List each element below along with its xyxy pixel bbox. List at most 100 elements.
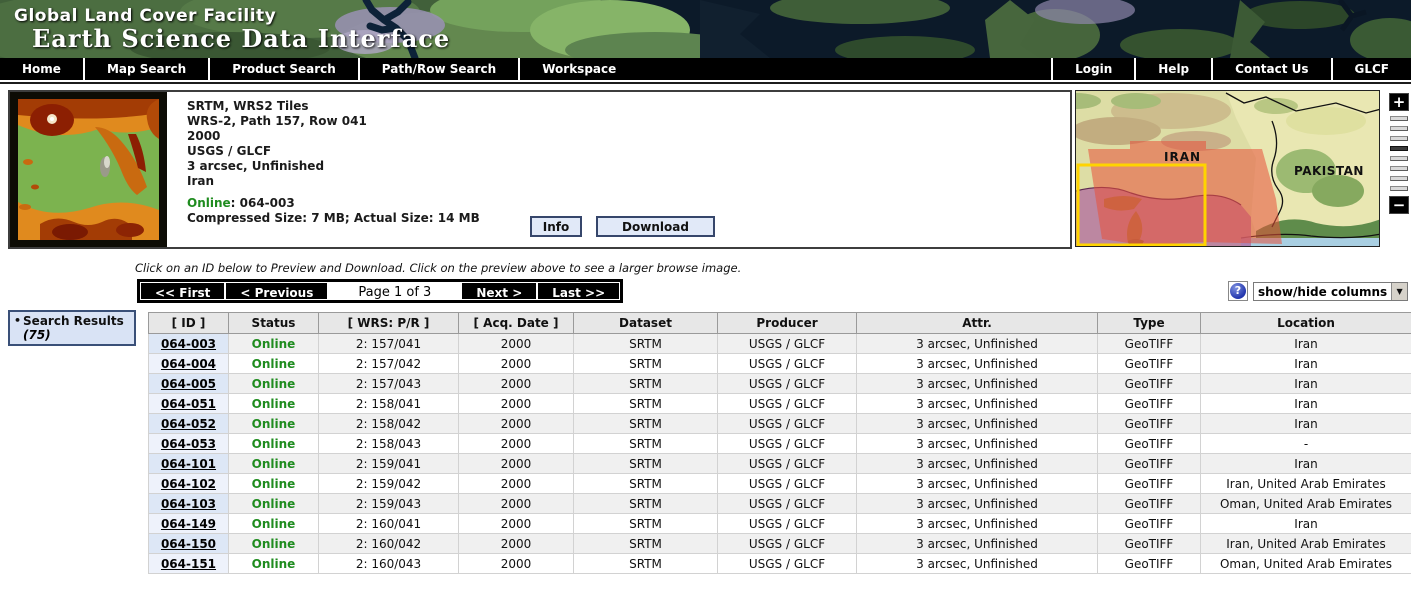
- cell-attr: 3 arcsec, Unfinished: [857, 554, 1098, 574]
- id-link[interactable]: 064-150: [161, 537, 216, 551]
- cell-attr: 3 arcsec, Unfinished: [857, 534, 1098, 554]
- nav-item-workspace[interactable]: Workspace: [520, 58, 638, 80]
- nav-item-home[interactable]: Home: [0, 58, 85, 80]
- cell-wrs: 2: 159/042: [319, 474, 459, 494]
- cell-location: Iran, United Arab Emirates: [1201, 474, 1411, 494]
- cell-attr: 3 arcsec, Unfinished: [857, 414, 1098, 434]
- chevron-down-icon[interactable]: ▼: [1391, 283, 1407, 300]
- cell-type: GeoTIFF: [1098, 414, 1201, 434]
- cell-id: 064-149: [149, 514, 229, 534]
- map-zoom-control: + −: [1388, 93, 1410, 214]
- cell-producer: USGS / GLCF: [718, 374, 857, 394]
- id-link[interactable]: 064-004: [161, 357, 216, 371]
- cell-dataset: SRTM: [574, 474, 718, 494]
- first-page-button[interactable]: << First: [141, 283, 224, 299]
- cell-date: 2000: [459, 414, 574, 434]
- cell-attr: 3 arcsec, Unfinished: [857, 514, 1098, 534]
- nav-spacer: [638, 58, 1051, 80]
- id-link[interactable]: 064-003: [161, 337, 216, 351]
- cell-location: Iran: [1201, 454, 1411, 474]
- preview-thumbnail[interactable]: [10, 92, 167, 247]
- zoom-level-bar[interactable]: [1390, 166, 1408, 171]
- size-line: Compressed Size: 7 MB; Actual Size: 14 M…: [187, 211, 480, 226]
- nav-item-help[interactable]: Help: [1134, 58, 1211, 80]
- cell-date: 2000: [459, 474, 574, 494]
- scene-details: SRTM, WRS2 Tiles WRS-2, Path 157, Row 04…: [187, 99, 480, 226]
- nav-item-product-search[interactable]: Product Search: [210, 58, 360, 80]
- info-button[interactable]: Info: [530, 216, 582, 237]
- zoom-level-bar[interactable]: [1390, 116, 1408, 121]
- id-link[interactable]: 064-151: [161, 557, 216, 571]
- cell-status: Online: [229, 334, 319, 354]
- id-link[interactable]: 064-053: [161, 437, 216, 451]
- zoom-level-bar[interactable]: [1390, 146, 1408, 151]
- cell-attr: 3 arcsec, Unfinished: [857, 394, 1098, 414]
- detail-line: USGS / GLCF: [187, 144, 480, 159]
- cell-date: 2000: [459, 394, 574, 414]
- page-indicator: Page 1 of 3: [328, 282, 461, 300]
- cell-status: Online: [229, 454, 319, 474]
- cell-type: GeoTIFF: [1098, 434, 1201, 454]
- srtm-thumbnail-image: [10, 92, 167, 247]
- zoom-slider: [1390, 116, 1408, 191]
- cell-producer: USGS / GLCF: [718, 334, 857, 354]
- cell-wrs: 2: 157/042: [319, 354, 459, 374]
- cell-id: 064-151: [149, 554, 229, 574]
- cell-location: Iran: [1201, 414, 1411, 434]
- cell-date: 2000: [459, 534, 574, 554]
- previous-page-button[interactable]: < Previous: [226, 283, 327, 299]
- cell-date: 2000: [459, 334, 574, 354]
- locator-map[interactable]: IRAN PAKISTAN: [1075, 90, 1380, 247]
- detail-line: 2000: [187, 129, 480, 144]
- nav-item-glcf[interactable]: GLCF: [1331, 58, 1411, 80]
- id-link[interactable]: 064-149: [161, 517, 216, 531]
- zoom-level-bar[interactable]: [1390, 136, 1408, 141]
- cell-wrs: 2: 160/041: [319, 514, 459, 534]
- nav-item-login[interactable]: Login: [1051, 58, 1134, 80]
- cell-wrs: 2: 160/042: [319, 534, 459, 554]
- id-link[interactable]: 064-102: [161, 477, 216, 491]
- org-title: Global Land Cover Facility: [14, 6, 450, 26]
- table-row: 064-101Online2: 159/0412000SRTMUSGS / GL…: [149, 454, 1411, 474]
- dropdown-label: show/hide columns: [1254, 285, 1391, 299]
- id-link[interactable]: 064-103: [161, 497, 216, 511]
- nav-item-map-search[interactable]: Map Search: [85, 58, 210, 80]
- cell-location: Iran, United Arab Emirates: [1201, 534, 1411, 554]
- cell-location: Iran: [1201, 514, 1411, 534]
- scene-id: : 064-003: [231, 196, 295, 210]
- cell-date: 2000: [459, 494, 574, 514]
- cell-type: GeoTIFF: [1098, 474, 1201, 494]
- cell-date: 2000: [459, 514, 574, 534]
- cell-dataset: SRTM: [574, 414, 718, 434]
- zoom-level-bar[interactable]: [1390, 156, 1408, 161]
- main-nav: HomeMap SearchProduct SearchPath/Row Sea…: [0, 58, 1411, 81]
- id-link[interactable]: 064-051: [161, 397, 216, 411]
- search-results-title: •Search Results: [14, 314, 130, 328]
- zoom-out-button[interactable]: −: [1389, 196, 1409, 214]
- cell-dataset: SRTM: [574, 334, 718, 354]
- cell-date: 2000: [459, 554, 574, 574]
- cell-wrs: 2: 158/042: [319, 414, 459, 434]
- zoom-level-bar[interactable]: [1390, 126, 1408, 131]
- cell-wrs: 2: 157/041: [319, 334, 459, 354]
- id-link[interactable]: 064-052: [161, 417, 216, 431]
- id-link[interactable]: 064-101: [161, 457, 216, 471]
- banner-titles: Global Land Cover Facility Earth Science…: [14, 6, 450, 53]
- next-page-button[interactable]: Next >: [462, 283, 536, 299]
- zoom-level-bar[interactable]: [1390, 176, 1408, 181]
- help-button[interactable]: ?: [1228, 281, 1248, 301]
- cell-type: GeoTIFF: [1098, 394, 1201, 414]
- download-button[interactable]: Download: [596, 216, 715, 237]
- zoom-in-button[interactable]: +: [1389, 93, 1409, 111]
- id-link[interactable]: 064-005: [161, 377, 216, 391]
- nav-item-contact-us[interactable]: Contact Us: [1211, 58, 1330, 80]
- cell-location: Oman, United Arab Emirates: [1201, 554, 1411, 574]
- nav-item-path-row-search[interactable]: Path/Row Search: [360, 58, 520, 80]
- cell-dataset: SRTM: [574, 434, 718, 454]
- last-page-button[interactable]: Last >>: [538, 283, 619, 299]
- show-hide-columns-dropdown[interactable]: show/hide columns ▼: [1253, 282, 1408, 301]
- table-row: 064-103Online2: 159/0432000SRTMUSGS / GL…: [149, 494, 1411, 514]
- zoom-level-bar[interactable]: [1390, 186, 1408, 191]
- cell-dataset: SRTM: [574, 514, 718, 534]
- table-row: 064-052Online2: 158/0422000SRTMUSGS / GL…: [149, 414, 1411, 434]
